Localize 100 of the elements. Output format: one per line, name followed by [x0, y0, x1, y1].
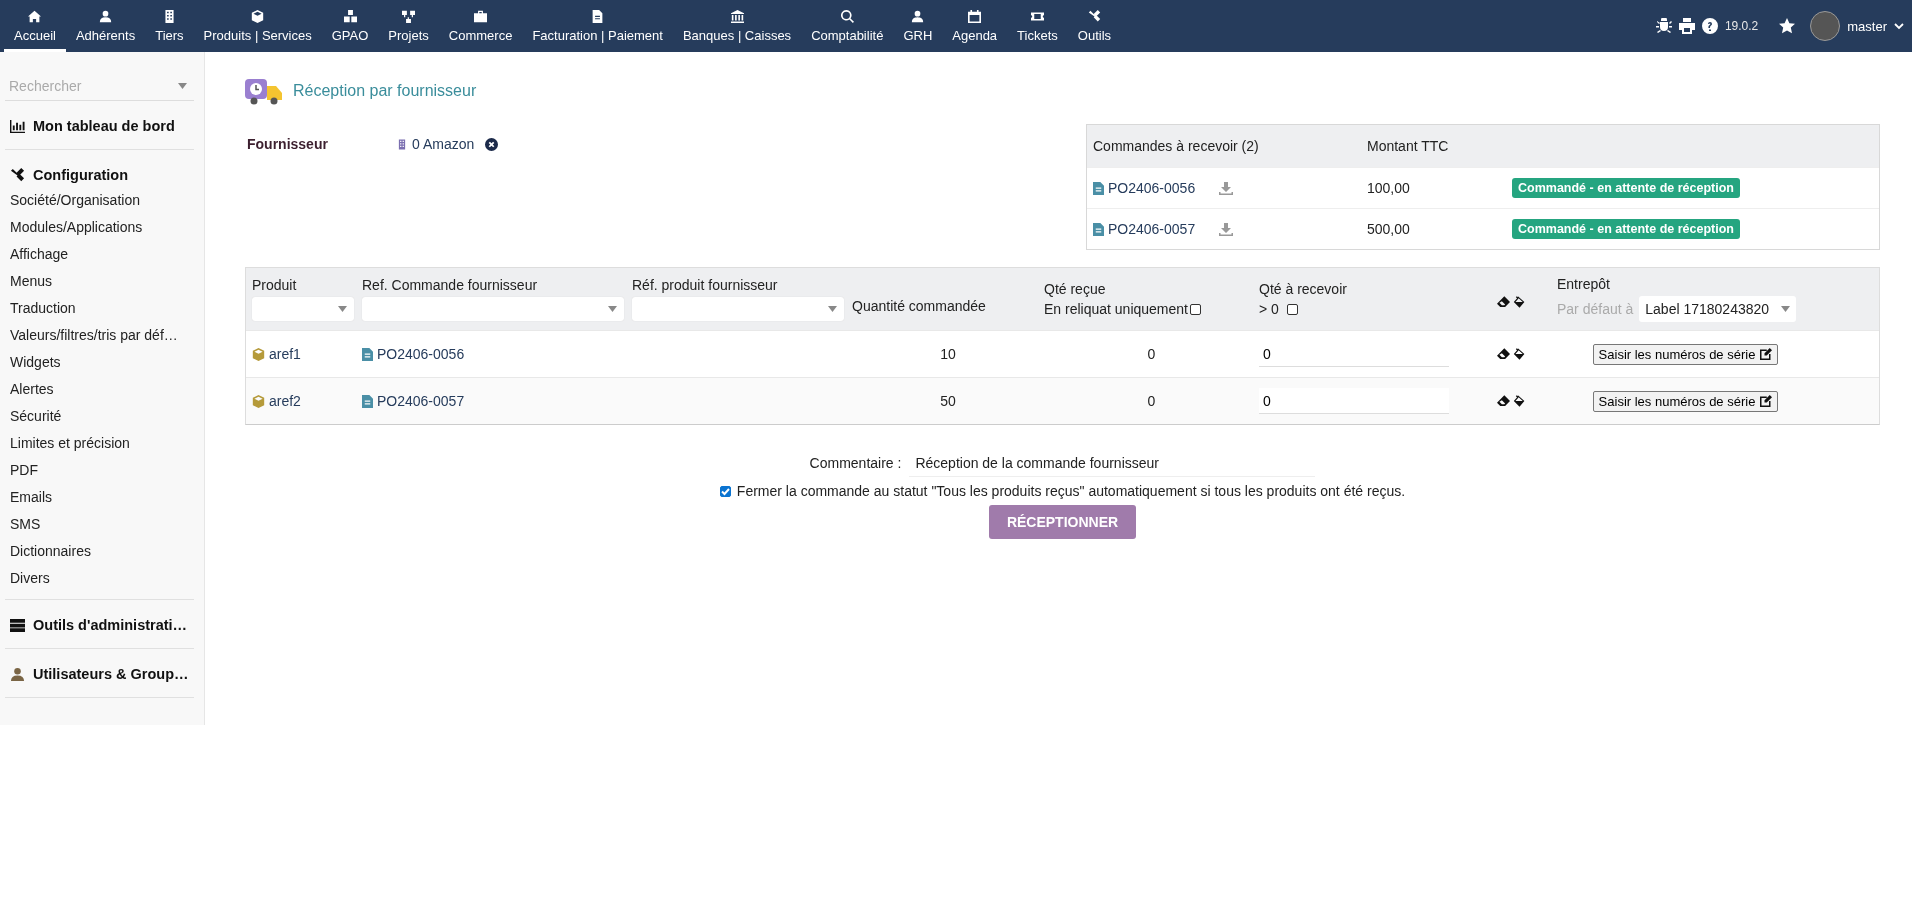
amount-cell-text: 100,00 [1367, 180, 1411, 196]
sidebar-item[interactable]: Traduction [5, 295, 194, 322]
paint-bucket-icon [1513, 348, 1526, 360]
menu-tab[interactable]: Comptabilité [801, 0, 894, 52]
column-header: Qté reçue [1044, 281, 1107, 297]
briefcase-icon [474, 9, 488, 23]
truck-clock-icon [245, 77, 283, 105]
supplier-link[interactable]: 0 Amazon [412, 136, 475, 152]
column-header: Quantité commandée [852, 298, 987, 314]
column-header: Réf. produit fournisseur [632, 277, 779, 293]
caret-down-icon [338, 306, 347, 312]
document-icon [1093, 222, 1104, 236]
cubes-icon [343, 9, 357, 23]
building-icon [397, 137, 407, 151]
menu-tab[interactable]: GPAO [321, 0, 379, 52]
search-icon [840, 9, 854, 23]
menu-tab[interactable]: Adhérents [65, 0, 146, 52]
sidebar-item[interactable]: Sécurité [5, 403, 194, 430]
sitemap-icon [402, 9, 416, 23]
paint-bucket-icon [1513, 296, 1526, 308]
checkbox[interactable] [1286, 303, 1298, 315]
sidebar-item[interactable]: Divers [5, 565, 194, 592]
sidebar-item[interactable]: Affichage [5, 241, 194, 268]
file-icon [591, 9, 605, 23]
box-icon [252, 394, 265, 408]
field-label: Commentaire : [809, 455, 902, 471]
sidebar-item[interactable]: Valeurs/filtres/tris par déf… [5, 322, 194, 349]
sidebar-heading[interactable]: Mon tableau de bord [5, 118, 194, 134]
edit-icon [1760, 395, 1773, 407]
amount-cell-text: 500,00 [1367, 221, 1411, 237]
product-link[interactable]: aref1 [269, 346, 301, 362]
sidebar-item[interactable]: PDF [5, 457, 194, 484]
edit-icon [1760, 348, 1773, 360]
status-badge: Commandé - en attente de réception [1512, 178, 1740, 198]
order-link[interactable]: PO2406-0056 [377, 346, 465, 362]
sidebar-heading[interactable]: Configuration [5, 167, 194, 183]
order-link[interactable]: PO2406-0057 [1108, 221, 1196, 237]
document-icon [362, 347, 373, 361]
quantity-cell: 0 [1147, 346, 1156, 362]
user-name[interactable]: master [1847, 18, 1887, 34]
submit-button[interactable]: RÉCEPTIONNER [989, 505, 1136, 539]
user-icon [911, 9, 925, 23]
warehouse-select[interactable]: Label 17180243820 [1639, 296, 1797, 322]
quantity-input[interactable]: 0 [1259, 388, 1449, 414]
column-header: Ref. Commande fournisseur [362, 277, 539, 293]
menu-tab[interactable]: Commerce [438, 0, 523, 52]
filter-label: > 0 [1259, 301, 1279, 317]
quantity-cell: 10 [940, 346, 956, 362]
checkbox[interactable] [1190, 303, 1201, 315]
product-link[interactable]: aref2 [269, 393, 301, 409]
checkbox[interactable] [719, 485, 731, 497]
menu-tab[interactable]: Tickets [1007, 0, 1068, 52]
chart-icon [10, 118, 25, 134]
sidebar-item[interactable]: Menus [5, 268, 194, 295]
sidebar-item[interactable]: Modules/Applications [5, 214, 194, 241]
menu-tab[interactable]: Tiers [145, 0, 194, 52]
bank-icon [730, 9, 744, 23]
eraser-icon [1497, 395, 1510, 407]
user-icon [10, 666, 25, 682]
menu-tab[interactable]: Outils [1067, 0, 1122, 52]
help-icon [1701, 18, 1718, 34]
document-icon [362, 394, 373, 408]
column-header: Entrepôt [1557, 276, 1611, 292]
order-link[interactable]: PO2406-0057 [377, 393, 465, 409]
server-icon [10, 617, 25, 633]
serial-numbers-button[interactable]: Saisir les numéros de série [1592, 390, 1779, 412]
serial-numbers-button[interactable]: Saisir les numéros de série [1592, 343, 1779, 365]
sidebar-item[interactable]: Emails [5, 484, 194, 511]
quantity-cell: 50 [940, 393, 956, 409]
page-title: Réception par fournisseur [293, 82, 477, 100]
column-header: Montant TTC [1367, 138, 1450, 154]
menu-tab[interactable]: Facturation | Paiement [522, 0, 673, 52]
order-link[interactable]: PO2406-0056 [1108, 180, 1196, 196]
user-icon [99, 9, 113, 23]
eraser-icon [1497, 296, 1510, 308]
download-icon [1219, 222, 1234, 236]
paint-bucket-icon [1513, 395, 1526, 407]
bug-icon [1655, 18, 1672, 34]
avatar-icon[interactable] [1810, 11, 1841, 41]
sidebar-item[interactable]: Limites et précision [5, 430, 194, 457]
sidebar-item[interactable]: Dictionnaires [5, 538, 194, 565]
version-label: 19.0.2 [1724, 19, 1759, 33]
sidebar-item[interactable]: SMS [5, 511, 194, 538]
building-icon [162, 9, 176, 23]
status-badge: Commandé - en attente de réception [1512, 219, 1740, 239]
menu-tab[interactable]: Banques | Caisses [672, 0, 802, 52]
remove-icon [485, 137, 499, 151]
sidebar-item[interactable]: Widgets [5, 349, 194, 376]
star-icon [1779, 18, 1796, 34]
sidebar-heading[interactable]: Outils d'administrati… [5, 617, 194, 633]
menu-tab[interactable]: GRH [893, 0, 943, 52]
download-icon [1219, 181, 1234, 195]
cube-icon [251, 9, 265, 23]
checkbox-label: Fermer la commande au statut "Tous les produits reçus" automatiquement si tous les produits ont été reçus. [736, 483, 1406, 499]
menu-tab[interactable]: Produits | Services [193, 0, 322, 52]
menu-tab[interactable]: Projets [378, 0, 439, 52]
sidebar-heading[interactable]: Utilisateurs & Group… [5, 666, 194, 682]
sidebar-item[interactable]: Société/Organisation [5, 187, 194, 214]
sidebar-item[interactable]: Alertes [5, 376, 194, 403]
menu-tab[interactable]: Agenda [942, 0, 1008, 52]
